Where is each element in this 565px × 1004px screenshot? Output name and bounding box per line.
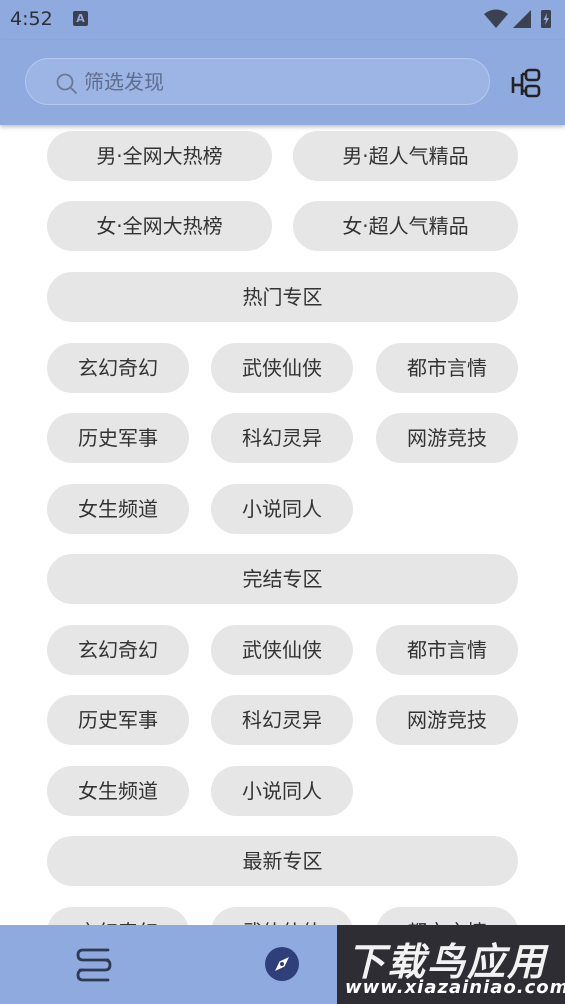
category-pill[interactable]: 都市言情 [376,343,518,393]
category-pill[interactable]: 网游竞技 [376,695,518,745]
section-finished-header[interactable]: 完结专区 [47,554,518,604]
category-pill[interactable]: 男·全网大热榜 [47,131,272,181]
watermark-logo: 下载鸟应用 www.xiazainiao.com [337,925,565,1004]
category-pill[interactable]: 都市言情 [376,907,518,925]
category-pill[interactable]: 网游竞技 [376,413,518,463]
category-pill[interactable]: 科幻灵异 [211,695,353,745]
bottom-nav: 下载鸟应用 www.xiazainiao.com [0,925,565,1004]
status-bar: 4:52 A [0,0,565,40]
bookshelf-icon[interactable] [75,946,113,984]
category-pill[interactable]: 女生频道 [47,766,189,816]
filter-icon[interactable] [509,66,543,100]
category-pill[interactable]: 女·超人气精品 [293,201,518,251]
watermark-url: www.xiazainiao.com [345,977,565,998]
category-pill[interactable]: 武侠仙侠 [211,907,353,925]
section-hot-header[interactable]: 热门专区 [47,272,518,322]
category-pill[interactable]: 女·全网大热榜 [47,201,272,251]
category-pill[interactable]: 历史军事 [47,695,189,745]
category-pill[interactable]: 女生频道 [47,484,189,534]
category-pill[interactable]: 玄幻奇幻 [47,625,189,675]
search-box[interactable] [25,58,490,105]
top-bar [0,40,565,125]
status-icons [484,9,551,28]
notification-icon: A [73,11,88,26]
category-pill[interactable]: 历史军事 [47,413,189,463]
search-input[interactable] [84,59,474,104]
category-pill[interactable]: 小说同人 [211,484,353,534]
category-pill[interactable]: 科幻灵异 [211,413,353,463]
category-pill[interactable]: 都市言情 [376,625,518,675]
category-pill[interactable]: 武侠仙侠 [211,343,353,393]
signal-icon [513,10,531,28]
category-pill[interactable]: 小说同人 [211,766,353,816]
category-pill[interactable]: 玄幻奇幻 [47,907,189,925]
category-pill[interactable]: 玄幻奇幻 [47,343,189,393]
status-time: 4:52 [10,8,53,30]
compass-icon[interactable] [263,945,301,983]
category-pill[interactable]: 武侠仙侠 [211,625,353,675]
section-latest-header[interactable]: 最新专区 [47,836,518,886]
search-icon [56,73,77,94]
category-pill[interactable]: 男·超人气精品 [293,131,518,181]
wifi-icon [484,9,508,28]
category-list: 男·全网大热榜 男·超人气精品 女·全网大热榜 女·超人气精品 热门专区 玄幻奇… [0,125,565,925]
